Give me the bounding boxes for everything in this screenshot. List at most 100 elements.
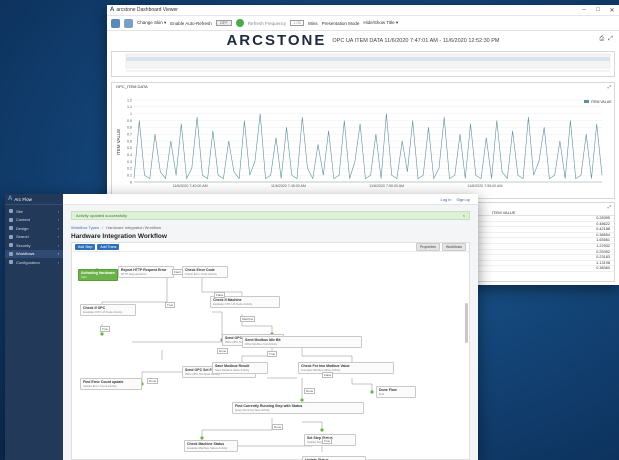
alert-close-icon[interactable]: × bbox=[463, 212, 465, 219]
y-tick-label: 1.1 bbox=[127, 105, 132, 109]
workflow-node[interactable]: Activating Hardware Start bbox=[78, 269, 118, 281]
y-tick-label: 0.3 bbox=[127, 160, 132, 164]
node-subtitle: Compare Modbus Value Activity bbox=[301, 368, 341, 372]
x-tick-label: 11/6/2020 7:40:00 AM bbox=[173, 184, 208, 188]
sidebar: A Arc Flow Site › Content › Design › Search › Se… bbox=[5, 194, 63, 460]
y-tick-label: 0.4 bbox=[127, 153, 132, 157]
y-tick-label: 0.2 bbox=[127, 167, 132, 171]
chart-panel: OPC_ITEM DATA ⤢ 1.2 1.1 1 0.9 0.8 0.7 0.6 0.5 0.… bbox=[111, 82, 615, 199]
node-subtitle: Update Error Count Activity bbox=[83, 384, 117, 388]
workflow-node[interactable]: Check Machine Status Evaluate Machine Sta… bbox=[184, 440, 238, 452]
workflow-node[interactable]: Save Modbus Result Save Modbus Value Acti… bbox=[212, 362, 268, 374]
chevron-right-icon: › bbox=[57, 251, 59, 257]
y-tick-label: 0.8 bbox=[127, 126, 132, 130]
x-tick-label: 11/6/2020 7:45:00 AM bbox=[271, 184, 306, 188]
transition-label[interactable]: Machine bbox=[240, 316, 256, 322]
content-icon bbox=[9, 217, 13, 222]
sidebar-item-search[interactable]: Search › bbox=[5, 233, 63, 242]
breadcrumb-separator: / bbox=[102, 225, 104, 230]
node-subtitle: Evaluate OPC UA Node Activity bbox=[83, 310, 123, 314]
presentation-mode-button[interactable]: Presentation Mode bbox=[322, 21, 360, 26]
workflow-canvas[interactable]: Add Step Add Trans Properties Workflows bbox=[71, 242, 470, 460]
dashboard-header: ARCSTONE OPC UA ITEM DATA 11/6/2020 7:47… bbox=[107, 31, 619, 50]
table-expand-icon[interactable]: ⤢ bbox=[608, 203, 614, 210]
auto-refresh-toggle[interactable]: OFF bbox=[215, 20, 232, 26]
workflow-window: A Arc Flow Site › Content › Design › Search › Se… bbox=[5, 194, 478, 460]
workflows-button[interactable]: Workflows bbox=[441, 243, 466, 251]
legend-swatch bbox=[584, 100, 589, 103]
add-step-button[interactable]: Add Step bbox=[75, 244, 96, 250]
workflow-node[interactable]: Report HTTP Request Error HTTP Request Er… bbox=[118, 266, 174, 278]
fullscreen-icon[interactable]: ⤢ bbox=[608, 36, 613, 43]
refresh-icon[interactable] bbox=[235, 19, 244, 27]
workflow-node[interactable]: Find Error Count update Update Error Coun… bbox=[80, 378, 142, 390]
change-skin-button[interactable]: Change Skin ▾ bbox=[137, 20, 166, 26]
y-tick-label: 0.7 bbox=[127, 132, 132, 136]
close-icon[interactable]: ✕ bbox=[605, 7, 619, 14]
node-subtitle: Start bbox=[81, 275, 87, 279]
sidebar-item-security[interactable]: Security › bbox=[5, 241, 63, 250]
breadcrumb-current: Hardware Integration Workflow bbox=[106, 225, 162, 230]
workflow-node[interactable]: Done Flow End bbox=[376, 386, 416, 398]
range-selector[interactable] bbox=[111, 51, 615, 77]
legend-label: ITEM VALUE bbox=[591, 100, 612, 104]
site-icon bbox=[9, 209, 13, 214]
save-icon[interactable] bbox=[124, 18, 133, 28]
workflow-node[interactable]: Send Modbus Idle Bit Write Modbus Coil Ac… bbox=[242, 336, 362, 348]
add-transition-button[interactable]: Add Trans bbox=[97, 244, 120, 250]
sidebar-item-site[interactable]: Site › bbox=[5, 207, 63, 216]
y-tick-label: 0.5 bbox=[127, 146, 132, 150]
maximize-icon[interactable]: □ bbox=[591, 7, 605, 13]
workflow-node[interactable]: Check If OPC Evaluate OPC UA Node Activit… bbox=[80, 304, 136, 316]
chevron-right-icon: › bbox=[57, 225, 59, 231]
range-selector-svg bbox=[125, 53, 611, 72]
dashboard-toolbar: Change Skin ▾ Enable Auto-Refresh OFF Re… bbox=[107, 16, 619, 31]
transition-label[interactable]: Done bbox=[272, 424, 284, 430]
workflow-node[interactable]: Update StatusUpdate Status Activity bbox=[302, 456, 366, 460]
login-link[interactable]: Log in bbox=[441, 197, 452, 202]
sidebar-item-workflows[interactable]: Workflows › bbox=[5, 249, 63, 258]
brand-logo: ARCSTONE bbox=[226, 32, 327, 49]
y-tick-label: 0.1 bbox=[127, 173, 132, 177]
print-icon[interactable] bbox=[111, 18, 120, 28]
minimize-icon[interactable]: – bbox=[577, 7, 591, 13]
node-subtitle: Evaluate Machine Status Activity bbox=[187, 446, 228, 450]
export-icon[interactable]: ⎙ bbox=[599, 36, 604, 43]
transition-label[interactable]: False bbox=[214, 292, 226, 298]
transition-label[interactable]: Done bbox=[304, 388, 316, 394]
expand-icon[interactable]: ⤢ bbox=[608, 83, 614, 90]
alert-message: Activity updated successfully bbox=[76, 213, 127, 218]
canvas-scrollbar[interactable] bbox=[465, 303, 468, 343]
y-tick-label: 0.9 bbox=[127, 119, 132, 123]
transition-label[interactable]: Fault bbox=[172, 269, 183, 275]
workflow-node[interactable]: Find Currently Running Step with Status Q… bbox=[232, 402, 364, 414]
signup-link[interactable]: Sign up bbox=[456, 197, 470, 202]
sidebar-item-label: Design bbox=[16, 225, 29, 231]
chevron-right-icon: › bbox=[57, 217, 59, 223]
chart-panel-title: OPC_ITEM DATA bbox=[116, 84, 148, 89]
workflow-topbar: Log in Sign up bbox=[63, 194, 478, 205]
sidebar-item-design[interactable]: Design › bbox=[5, 224, 63, 233]
sidebar-item-configuration[interactable]: Configuration › bbox=[5, 258, 63, 267]
transition-label[interactable]: Done bbox=[217, 348, 229, 354]
sidebar-item-label: Site bbox=[16, 208, 23, 214]
sidebar-item-label: Search bbox=[16, 234, 29, 240]
hide-show-title-button[interactable]: Hide/Show Title ▾ bbox=[363, 20, 398, 26]
transition-label[interactable]: True bbox=[322, 438, 333, 444]
transition-label[interactable]: Done bbox=[147, 378, 159, 384]
refresh-frequency-input[interactable]: 1.00 bbox=[290, 20, 305, 26]
transition-label[interactable]: True bbox=[100, 326, 111, 332]
transition-label[interactable]: False bbox=[322, 372, 334, 378]
series-line-item-value bbox=[133, 113, 603, 180]
y-tick-label: 0.6 bbox=[127, 139, 132, 143]
breadcrumb-workflow-types[interactable]: Workflow Types bbox=[71, 224, 99, 231]
workflow-node[interactable]: Check Error Code Check Error Code Activit… bbox=[182, 266, 228, 278]
workflow-node[interactable]: Check For two Modbus Value Compare Modbus… bbox=[298, 362, 394, 374]
node-subtitle: Query Running Step Activity bbox=[235, 408, 270, 412]
properties-button[interactable]: Properties bbox=[415, 243, 440, 251]
node-subtitle: Write Modbus Coil Activity bbox=[245, 342, 278, 346]
transition-label[interactable]: True bbox=[267, 351, 278, 357]
sidebar-item-content[interactable]: Content › bbox=[5, 216, 63, 225]
chevron-right-icon: › bbox=[57, 234, 59, 240]
transition-label[interactable]: True bbox=[165, 302, 176, 308]
